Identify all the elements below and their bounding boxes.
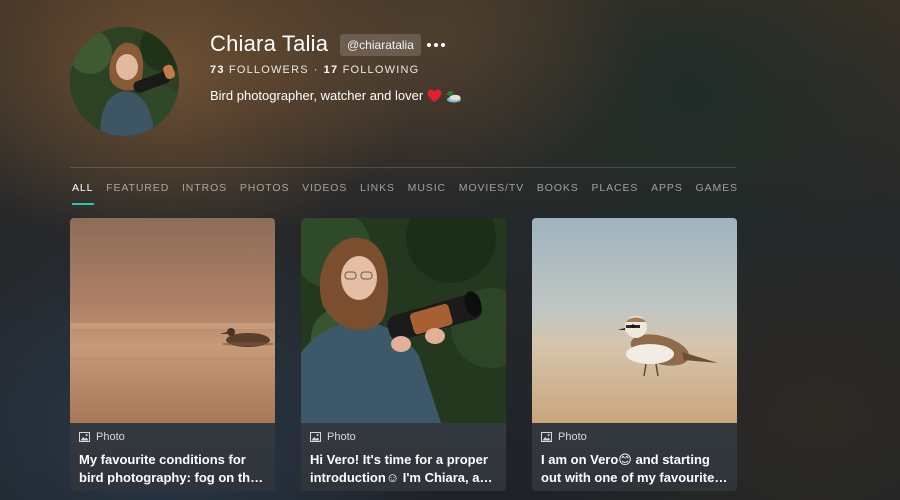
post-image-fog-lake	[70, 218, 275, 423]
post-meta: Photo Hi Vero! It's time for a proper in…	[301, 423, 506, 491]
tab-intros[interactable]: INTROS	[182, 182, 227, 205]
tab-places[interactable]: PLACES	[592, 182, 639, 205]
tab-photos[interactable]: PHOTOS	[240, 182, 290, 205]
profile-bio: Bird photographer, watcher and lover	[210, 88, 462, 103]
tab-music[interactable]: MUSIC	[408, 182, 446, 205]
post-type: Photo	[310, 431, 497, 443]
followers-count: 73	[210, 64, 225, 76]
post-image-photographer-portrait	[301, 218, 506, 423]
tab-games[interactable]: GAMES	[696, 182, 738, 205]
more-options-button[interactable]	[425, 35, 447, 55]
post-caption: My favourite conditions for bird photogr…	[79, 452, 258, 485]
followers-link[interactable]: 73 FOLLOWERS	[210, 64, 309, 76]
photo-icon	[79, 432, 90, 442]
post-card[interactable]: Photo Hi Vero! It's time for a proper in…	[301, 218, 506, 491]
profile-name: Chiara Talia	[210, 31, 329, 56]
stats-separator: ·	[313, 64, 319, 76]
following-label: FOLLOWING	[342, 64, 420, 76]
post-type-label: Photo	[327, 431, 356, 443]
follow-stats: 73 FOLLOWERS · 17 FOLLOWING	[210, 64, 419, 76]
tab-all[interactable]: ALL	[72, 182, 95, 205]
tab-books[interactable]: BOOKS	[537, 182, 579, 205]
tab-videos[interactable]: VIDEOS	[302, 182, 347, 205]
bio-text: Bird photographer, watcher and lover	[210, 88, 424, 103]
followers-label: FOLLOWERS	[228, 64, 309, 76]
tab-featured[interactable]: FEATURED	[106, 182, 169, 205]
tab-links[interactable]: LINKS	[360, 182, 395, 205]
post-card[interactable]: Photo I am on Vero😊 and starting out wit…	[532, 218, 737, 491]
more-dot-icon	[434, 43, 438, 47]
avatar[interactable]	[70, 27, 179, 136]
following-count: 17	[323, 64, 339, 76]
photo-icon	[541, 432, 552, 442]
post-meta: Photo My favourite conditions for bird p…	[70, 423, 275, 491]
post-type: Photo	[79, 431, 266, 443]
post-meta: Photo I am on Vero😊 and starting out wit…	[532, 423, 737, 491]
duck-emoji-icon	[446, 90, 462, 102]
header-divider	[70, 167, 736, 168]
photo-icon	[310, 432, 321, 442]
following-link[interactable]: 17 FOLLOWING	[324, 64, 420, 76]
heart-emoji-icon	[427, 89, 442, 102]
post-card[interactable]: Photo My favourite conditions for bird p…	[70, 218, 275, 491]
post-caption: I am on Vero😊 and starting out with one …	[541, 452, 715, 485]
post-caption: Hi Vero! It's time for a proper introduc…	[310, 452, 488, 485]
post-image-plover-bird	[532, 218, 737, 423]
tab-movies-tv[interactable]: MOVIES/TV	[459, 182, 524, 205]
profile-handle[interactable]: @chiaratalia	[340, 34, 421, 56]
more-dot-icon	[441, 43, 445, 47]
post-type: Photo	[541, 431, 728, 443]
content-tabs: ALL FEATURED INTROS PHOTOS VIDEOS LINKS …	[72, 182, 738, 205]
post-type-label: Photo	[96, 431, 125, 443]
avatar-photo	[70, 27, 179, 136]
tab-apps[interactable]: APPS	[651, 182, 683, 205]
post-type-label: Photo	[558, 431, 587, 443]
more-dot-icon	[427, 43, 431, 47]
